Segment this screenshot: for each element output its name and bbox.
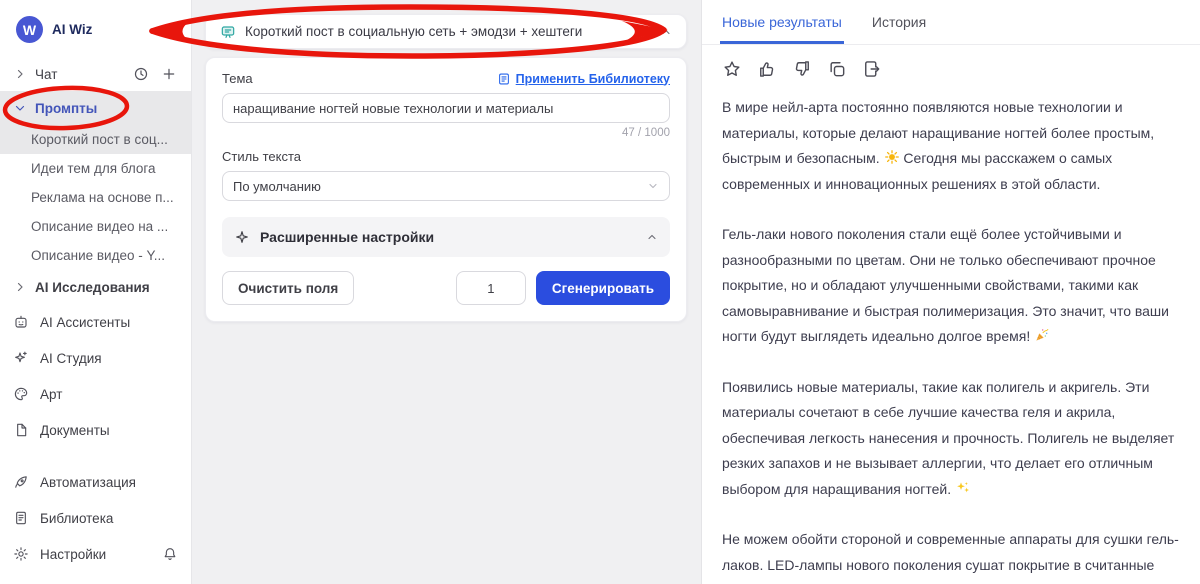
advanced-settings-toggle[interactable]: Расширенные настройки [222,217,670,257]
star-icon[interactable] [722,59,742,79]
style-select-value: По умолчанию [233,179,321,194]
prompt-form: Тема Применить Бибилиотеку 47 / 1000 Сти… [205,57,687,322]
sidebar-item-label: Автоматизация [40,475,136,490]
new-chat-plus-icon[interactable] [161,66,177,82]
sidebar-item-label: Документы [40,423,110,438]
sun-emoji [884,149,900,165]
sidebar-item-settings[interactable]: Настройки [0,536,191,572]
sparkles-emoji [955,480,971,496]
results-tabs: Новые результаты История [702,0,1200,45]
bell-icon[interactable] [162,546,178,562]
chevron-down-icon [647,180,659,192]
chevron-right-icon [14,281,26,293]
sidebar: W AI Wiz Чат [0,0,192,584]
party-popper-emoji [1034,327,1050,343]
chevron-up-icon[interactable] [660,26,672,38]
sidebar-item-prompts[interactable]: Промпты [0,91,191,125]
app-logo[interactable]: W AI Wiz [0,0,191,57]
sidebar-item-label: Чат [35,67,57,82]
sidebar-prompt-item-video-desc-1[interactable]: Описание видео на ... [0,212,191,241]
copy-icon[interactable] [827,59,847,79]
sidebar-item-ai-assistants[interactable]: AI Ассистенты [0,304,191,340]
sidebar-item-label: AI Студия [40,351,102,366]
clear-fields-button[interactable]: Очистить поля [222,271,354,305]
sidebar-item-label: AI Ассистенты [40,315,130,330]
history-clock-icon[interactable] [133,66,149,82]
sidebar-item-label: Промпты [35,101,97,116]
result-toolbar [722,59,1180,79]
library-note-icon [497,72,511,86]
document-icon [13,422,29,438]
sidebar-item-label: AI Исследования [35,280,150,295]
chevron-up-icon [646,231,658,243]
sidebar-item-documents[interactable]: Документы [0,412,191,448]
result-paragraph: Появились новые материалы, такие как пол… [722,375,1180,503]
thumbs-up-icon[interactable] [757,59,777,79]
prompt-header[interactable]: Короткий пост в социальную сеть + эмодзи… [205,14,687,49]
prompt-panel: Короткий пост в социальную сеть + эмодзи… [192,0,701,584]
logo-icon: W [16,16,43,43]
app-window: W AI Wiz Чат [0,0,1200,584]
chevron-right-icon [14,68,26,80]
sidebar-item-label: Библиотека [40,511,113,526]
sidebar-item-library[interactable]: Библиотека [0,500,191,536]
results-panel: Новые результаты История [701,0,1200,584]
palette-icon [13,386,29,402]
style-label: Стиль текста [222,149,670,164]
sidebar-prompt-item-blog-ideas[interactable]: Идеи тем для блога [0,154,191,183]
sidebar-item-art[interactable]: Арт [0,376,191,412]
sidebar-item-label: Настройки [40,547,106,562]
generated-text: В мире нейл-арта постоянно появляются но… [722,95,1180,584]
prompt-title: Короткий пост в социальную сеть + эмодзи… [245,24,651,39]
book-icon [13,510,29,526]
tab-new-results[interactable]: Новые результаты [720,0,844,44]
sidebar-item-automation[interactable]: Автоматизация [0,464,191,500]
tab-history[interactable]: История [870,0,928,44]
sidebar-nav: Чат Промпты Короткий пост в [0,57,191,584]
chevron-down-icon [14,102,26,114]
sidebar-prompt-item-short-post[interactable]: Короткий пост в соц... [0,125,191,154]
generation-count-input[interactable] [456,271,526,305]
result-paragraph: Гель-лаки нового поколения стали ещё бол… [722,222,1180,350]
diamond-sparkle-icon [234,229,250,245]
sidebar-item-chat[interactable]: Чат [0,57,191,91]
sidebar-prompt-item-video-desc-2[interactable]: Описание видео - Y... [0,241,191,270]
topic-label: Тема [222,71,253,86]
app-name: AI Wiz [52,22,92,37]
sparkle-icon [13,350,29,366]
board-icon [220,24,236,40]
style-select[interactable]: По умолчанию [222,171,670,201]
sidebar-prompt-item-ad[interactable]: Реклама на основе п... [0,183,191,212]
results-content: В мире нейл-арта постоянно появляются но… [702,45,1200,584]
gear-icon [13,546,29,562]
sidebar-item-ai-studio[interactable]: AI Студия [0,340,191,376]
result-paragraph: В мире нейл-арта постоянно появляются но… [722,95,1180,197]
rocket-icon [13,474,29,490]
apply-library-link[interactable]: Применить Бибилиотеку [497,72,670,86]
thumbs-down-icon[interactable] [792,59,812,79]
sidebar-item-ai-research[interactable]: AI Исследования [0,270,191,304]
topic-input[interactable] [222,93,670,123]
generate-button[interactable]: Сгенерировать [536,271,670,305]
robot-icon [13,314,29,330]
result-paragraph: Не можем обойти стороной и современные а… [722,527,1180,584]
export-icon[interactable] [862,59,882,79]
sidebar-item-label: Арт [40,387,62,402]
char-counter: 47 / 1000 [222,127,670,139]
advanced-settings-label: Расширенные настройки [260,229,636,245]
